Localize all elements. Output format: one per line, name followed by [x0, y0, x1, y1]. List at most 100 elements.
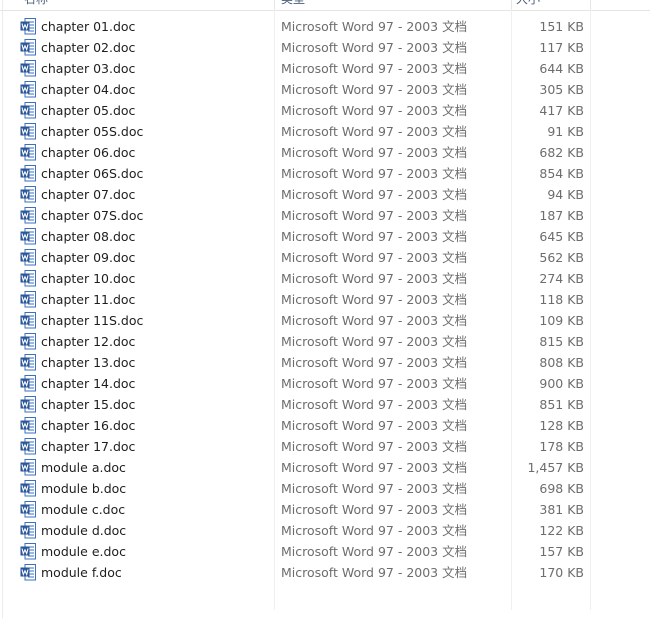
- file-row[interactable]: chapter 09.doc Microsoft Word 97 - 2003 文…: [0, 247, 600, 268]
- file-name: chapter 10.doc: [41, 271, 136, 286]
- word-doc-icon: [20, 312, 36, 329]
- file-row[interactable]: chapter 14.doc Microsoft Word 97 - 2003 文…: [0, 373, 600, 394]
- word-doc-icon: [20, 480, 36, 497]
- file-type: Microsoft Word 97 - 2003 文档: [281, 397, 468, 412]
- file-name: module c.doc: [41, 502, 126, 517]
- file-row[interactable]: chapter 02.doc Microsoft Word 97 - 2003 文…: [0, 37, 600, 58]
- file-name: chapter 03.doc: [41, 61, 136, 76]
- file-type: Microsoft Word 97 - 2003 文档: [281, 355, 468, 370]
- file-type: Microsoft Word 97 - 2003 文档: [281, 208, 468, 223]
- file-size: 128 KB: [539, 418, 584, 433]
- file-type: Microsoft Word 97 - 2003 文档: [281, 166, 468, 181]
- file-name: chapter 08.doc: [41, 229, 136, 244]
- file-size: 117 KB: [539, 40, 584, 55]
- file-size: 151 KB: [539, 19, 584, 34]
- word-doc-icon: [20, 270, 36, 287]
- file-size: 900 KB: [539, 376, 584, 391]
- column-divider[interactable]: [274, 0, 275, 10]
- word-doc-icon: [20, 102, 36, 119]
- file-name: chapter 12.doc: [41, 334, 136, 349]
- file-row[interactable]: chapter 07S.doc Microsoft Word 97 - 2003 …: [0, 205, 600, 226]
- file-row[interactable]: chapter 10.doc Microsoft Word 97 - 2003 文…: [0, 268, 600, 289]
- file-size: 808 KB: [539, 355, 584, 370]
- word-doc-icon: [20, 459, 36, 476]
- file-type: Microsoft Word 97 - 2003 文档: [281, 544, 468, 559]
- column-header-type[interactable]: 类型: [281, 0, 305, 10]
- file-name: module a.doc: [41, 460, 126, 475]
- file-size: 854 KB: [539, 166, 584, 181]
- file-name: chapter 07.doc: [41, 187, 136, 202]
- word-doc-icon: [20, 501, 36, 518]
- file-size: 170 KB: [539, 565, 584, 580]
- file-name: chapter 15.doc: [41, 397, 136, 412]
- word-doc-icon: [20, 60, 36, 77]
- file-name: chapter 05S.doc: [41, 124, 144, 139]
- file-type: Microsoft Word 97 - 2003 文档: [281, 439, 468, 454]
- word-doc-icon: [20, 543, 36, 560]
- file-row[interactable]: chapter 03.doc Microsoft Word 97 - 2003 文…: [0, 58, 600, 79]
- column-header-size[interactable]: 大小: [516, 0, 540, 10]
- file-row[interactable]: chapter 07.doc Microsoft Word 97 - 2003 文…: [0, 184, 600, 205]
- file-size: 274 KB: [539, 271, 584, 286]
- word-doc-icon: [20, 39, 36, 56]
- file-type: Microsoft Word 97 - 2003 文档: [281, 292, 468, 307]
- file-name: chapter 09.doc: [41, 250, 136, 265]
- word-doc-icon: [20, 165, 36, 182]
- file-name: chapter 14.doc: [41, 376, 136, 391]
- file-row[interactable]: chapter 06.doc Microsoft Word 97 - 2003 文…: [0, 142, 600, 163]
- file-size: 91 KB: [547, 124, 584, 139]
- file-size: 122 KB: [539, 523, 584, 538]
- file-size: 851 KB: [539, 397, 584, 412]
- file-row[interactable]: module f.doc Microsoft Word 97 - 2003 文档 1…: [0, 562, 600, 583]
- file-size: 644 KB: [539, 61, 584, 76]
- file-row[interactable]: module d.doc Microsoft Word 97 - 2003 文档 1…: [0, 520, 600, 541]
- file-type: Microsoft Word 97 - 2003 文档: [281, 523, 468, 538]
- file-name: chapter 11S.doc: [41, 313, 144, 328]
- file-type: Microsoft Word 97 - 2003 文档: [281, 250, 468, 265]
- file-row[interactable]: chapter 17.doc Microsoft Word 97 - 2003 文…: [0, 436, 600, 457]
- file-row[interactable]: chapter 11.doc Microsoft Word 97 - 2003 文…: [0, 289, 600, 310]
- file-size: 682 KB: [539, 145, 584, 160]
- file-row[interactable]: chapter 12.doc Microsoft Word 97 - 2003 文…: [0, 331, 600, 352]
- file-size: 178 KB: [539, 439, 584, 454]
- word-doc-icon: [20, 18, 36, 35]
- file-type: Microsoft Word 97 - 2003 文档: [281, 334, 468, 349]
- file-size: 645 KB: [539, 229, 584, 244]
- file-row[interactable]: chapter 01.doc Microsoft Word 97 - 2003 文…: [0, 16, 600, 37]
- file-size: 94 KB: [547, 187, 584, 202]
- file-row[interactable]: chapter 05.doc Microsoft Word 97 - 2003 文…: [0, 100, 600, 121]
- file-row[interactable]: chapter 06S.doc Microsoft Word 97 - 2003 …: [0, 163, 600, 184]
- file-row[interactable]: chapter 13.doc Microsoft Word 97 - 2003 文…: [0, 352, 600, 373]
- file-row[interactable]: module c.doc Microsoft Word 97 - 2003 文档 3…: [0, 499, 600, 520]
- file-row[interactable]: chapter 08.doc Microsoft Word 97 - 2003 文…: [0, 226, 600, 247]
- file-type: Microsoft Word 97 - 2003 文档: [281, 376, 468, 391]
- file-size: 187 KB: [539, 208, 584, 223]
- file-type: Microsoft Word 97 - 2003 文档: [281, 229, 468, 244]
- word-doc-icon: [20, 438, 36, 455]
- file-row[interactable]: chapter 15.doc Microsoft Word 97 - 2003 文…: [0, 394, 600, 415]
- file-type: Microsoft Word 97 - 2003 文档: [281, 82, 468, 97]
- word-doc-icon: [20, 354, 36, 371]
- word-doc-icon: [20, 228, 36, 245]
- file-name: chapter 06S.doc: [41, 166, 144, 181]
- column-divider[interactable]: [511, 0, 512, 10]
- file-type: Microsoft Word 97 - 2003 文档: [281, 103, 468, 118]
- file-row[interactable]: chapter 04.doc Microsoft Word 97 - 2003 文…: [0, 79, 600, 100]
- file-name: module b.doc: [41, 481, 127, 496]
- file-type: Microsoft Word 97 - 2003 文档: [281, 40, 468, 55]
- file-name: module e.doc: [41, 544, 126, 559]
- file-row[interactable]: chapter 16.doc Microsoft Word 97 - 2003 文…: [0, 415, 600, 436]
- file-name: chapter 05.doc: [41, 103, 136, 118]
- column-header-bar: 名称 类型 大小: [0, 0, 650, 11]
- file-size: 562 KB: [539, 250, 584, 265]
- file-row[interactable]: module b.doc Microsoft Word 97 - 2003 文档 6…: [0, 478, 600, 499]
- column-divider[interactable]: [590, 0, 591, 10]
- column-header-name[interactable]: 名称: [24, 0, 48, 10]
- word-doc-icon: [20, 564, 36, 581]
- file-row[interactable]: chapter 11S.doc Microsoft Word 97 - 2003 …: [0, 310, 600, 331]
- file-row[interactable]: module a.doc Microsoft Word 97 - 2003 文档 1…: [0, 457, 600, 478]
- file-row[interactable]: chapter 05S.doc Microsoft Word 97 - 2003 …: [0, 121, 600, 142]
- file-row[interactable]: module e.doc Microsoft Word 97 - 2003 文档 1…: [0, 541, 600, 562]
- word-doc-icon: [20, 207, 36, 224]
- file-size: 1,457 KB: [527, 460, 584, 475]
